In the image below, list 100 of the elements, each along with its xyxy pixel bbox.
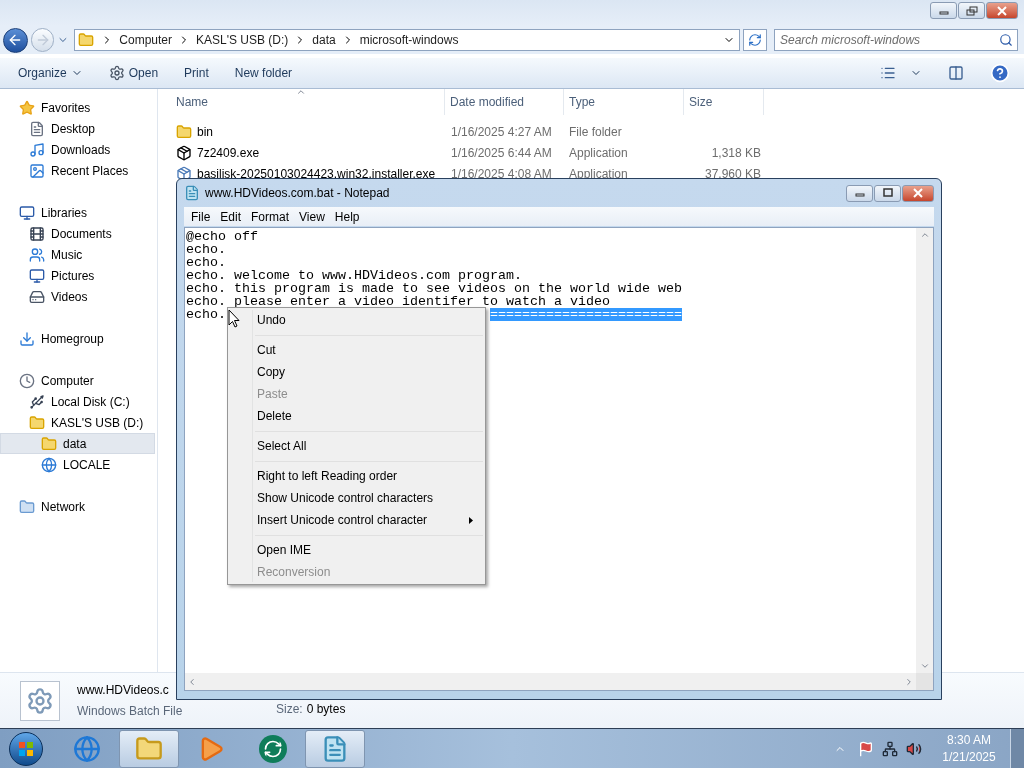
view-options-icon[interactable] (880, 65, 896, 81)
restore-icon (965, 5, 978, 16)
help-icon[interactable] (990, 63, 1010, 83)
nav-item[interactable]: KASL'S USB (D:) (0, 412, 155, 433)
horizontal-scrollbar[interactable] (185, 673, 916, 690)
installer-icon (176, 165, 192, 179)
taskbar-button[interactable] (305, 729, 365, 768)
menu-item[interactable]: Edit (215, 207, 247, 226)
column-header[interactable]: Date modified (445, 89, 564, 115)
folder-icon (78, 32, 95, 48)
breadcrumb[interactable]: Computer (116, 31, 175, 49)
folder-icon (29, 414, 45, 431)
folder-icon (19, 498, 35, 515)
file-name: www.HDVideos.c (77, 682, 169, 699)
folder-icon (41, 435, 57, 452)
type-cell-text: File folder (569, 123, 623, 141)
size-cell-text: 1,318 KB (710, 144, 761, 162)
toolbar-button[interactable]: New folder (224, 61, 305, 85)
windows-logo-icon (18, 740, 34, 757)
nav-item[interactable]: Music (0, 244, 155, 265)
speaker-icon[interactable] (906, 740, 922, 757)
scroll-up-icon[interactable] (919, 230, 930, 240)
start-button[interactable] (9, 731, 43, 766)
nav-item[interactable]: Desktop (0, 118, 155, 139)
file-name[interactable]: bin (176, 122, 450, 141)
vertical-scrollbar[interactable] (916, 228, 933, 673)
nav-item[interactable]: Favorites (0, 97, 155, 118)
menu-item[interactable]: Help (329, 207, 365, 226)
menu-item[interactable]: Open IME (228, 539, 483, 561)
menu-item[interactable]: Format (246, 207, 295, 226)
close-button[interactable] (986, 2, 1018, 19)
scroll-right-icon[interactable] (904, 676, 914, 687)
close-button[interactable] (902, 184, 934, 202)
toolbar-button[interactable]: Print (174, 61, 221, 85)
nav-item[interactable]: LOCALE (0, 454, 155, 475)
nav-item[interactable]: Local Disk (C:) (0, 391, 155, 412)
maximize-button[interactable] (874, 184, 901, 202)
scroll-left-icon[interactable] (187, 676, 197, 687)
nav-item[interactable]: Libraries (0, 202, 155, 223)
scroll-down-icon[interactable] (919, 661, 930, 671)
menu-item[interactable]: Right to left Reading order (228, 465, 483, 487)
size-grip[interactable] (916, 673, 933, 690)
menu-item[interactable]: Select All (228, 435, 483, 457)
close-icon (912, 188, 924, 198)
people-icon (29, 246, 45, 263)
folder-icon (135, 734, 163, 763)
nav-item[interactable]: Recent Places (0, 160, 155, 181)
browser-icon (73, 734, 101, 763)
minimize-button[interactable] (930, 2, 957, 19)
notepad-icon (184, 185, 200, 201)
nav-item[interactable]: Videos (0, 286, 155, 307)
folder-icon (176, 123, 192, 140)
menu-item[interactable]: Insert Unicode control character (228, 509, 483, 531)
breadcrumb[interactable]: microsoft-windows (356, 31, 462, 49)
maximize-icon (881, 188, 894, 198)
column-header[interactable]: Size (684, 89, 764, 115)
nav-item[interactable]: Documents (0, 223, 155, 244)
breadcrumb[interactable]: data (309, 31, 339, 49)
preview-pane-icon[interactable] (948, 65, 964, 81)
nav-item[interactable]: Homegroup (0, 328, 155, 349)
network-icon[interactable] (882, 740, 898, 757)
file-type: Windows Batch File (77, 703, 183, 720)
nav-item[interactable]: Downloads (0, 139, 155, 160)
breadcrumb[interactable]: KASL'S USB (D:) (193, 31, 292, 49)
window-title: www.HDVideos.com.bat - Notepad (205, 185, 390, 202)
nav-item[interactable]: Pictures (0, 265, 155, 286)
nav-item[interactable]: data (0, 433, 155, 454)
search-field[interactable]: Search microsoft-windows (774, 29, 1018, 51)
nav-item[interactable]: Network (0, 496, 155, 517)
flag-icon[interactable] (858, 740, 874, 757)
address-bar[interactable]: Computer KASL'S USB (D:) data microsoft-windows (74, 29, 741, 51)
column-header[interactable]: Type (564, 89, 684, 115)
size-cell-text: 37,960 KB (703, 165, 761, 179)
menu-item[interactable]: Delete (228, 405, 483, 427)
taskbar-button[interactable] (119, 729, 179, 768)
app-icon (259, 734, 287, 763)
menu-item[interactable]: Copy (228, 361, 483, 383)
globe-icon (41, 456, 57, 473)
computer-icon (29, 267, 45, 284)
back-button[interactable] (3, 27, 28, 53)
file-name[interactable]: 7z2409.exe (176, 143, 450, 162)
file-name[interactable]: basilisk-20250103024423.win32.installer.exe (176, 164, 450, 179)
toolbar-button[interactable]: Open (98, 61, 171, 85)
size-label: Size: (276, 701, 303, 718)
menu-item[interactable]: Show Unicode control characters (228, 487, 483, 509)
image-icon (29, 162, 45, 179)
minimize-button[interactable] (846, 184, 873, 202)
download-icon (19, 330, 35, 347)
search-icon (999, 33, 1013, 47)
menu-item[interactable]: View (294, 207, 330, 226)
nav-item[interactable]: Computer (0, 370, 155, 391)
text-line: echo. welcome to www.HDVideos.com program. (186, 269, 522, 282)
restore-button[interactable] (958, 2, 985, 19)
show-desktop-button[interactable] (1010, 728, 1024, 768)
column-header[interactable]: Name (171, 89, 445, 115)
menu-item[interactable]: File (186, 207, 216, 226)
refresh-button[interactable] (743, 29, 767, 51)
size-value: 0 bytes (306, 701, 346, 718)
menu-item[interactable]: Cut (228, 339, 483, 361)
toolbar-button[interactable]: Organize (18, 61, 95, 85)
